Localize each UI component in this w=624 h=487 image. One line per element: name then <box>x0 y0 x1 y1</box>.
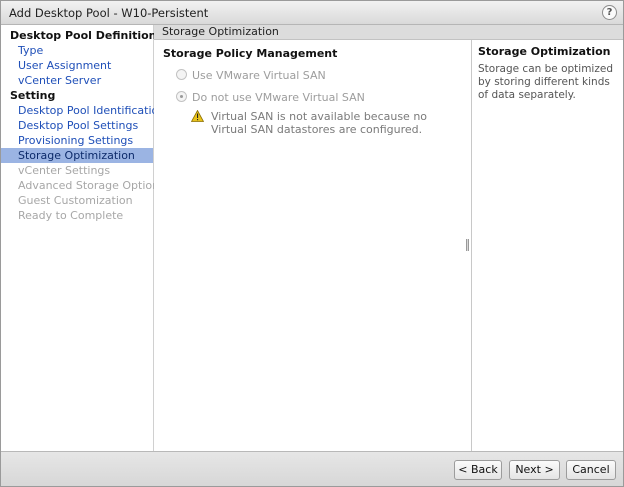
sidebar-item-desktop-pool-identification[interactable]: Desktop Pool Identification <box>1 103 165 118</box>
dialog-title: Add Desktop Pool - W10-Persistent <box>9 6 209 20</box>
back-button[interactable]: < Back <box>454 460 502 480</box>
footer-bar: < Back Next > Cancel <box>1 451 623 486</box>
radio-button[interactable] <box>176 69 187 80</box>
sidebar-item-desktop-pool-settings[interactable]: Desktop Pool Settings <box>1 118 153 133</box>
help-panel: Storage Optimization Storage can be opti… <box>473 40 623 451</box>
warning-icon <box>191 110 204 122</box>
help-title: Storage Optimization <box>478 45 611 58</box>
dialog-window: Add Desktop Pool - W10-Persistent ? Desk… <box>0 0 624 487</box>
help-icon[interactable]: ? <box>602 5 617 20</box>
sidebar-item-storage-optimization[interactable]: Storage Optimization <box>1 148 153 163</box>
next-button[interactable]: Next > <box>509 460 560 480</box>
radio-label: Do not use VMware Virtual SAN <box>192 91 365 104</box>
wizard-steps-sidebar: Desktop Pool Definition Type User Assign… <box>1 25 165 451</box>
resize-grip[interactable] <box>466 239 469 251</box>
sidebar-item-user-assignment[interactable]: User Assignment <box>1 58 153 73</box>
sidebar-item-advanced-storage-options: Advanced Storage Options <box>18 179 165 192</box>
sidebar-item-guest-customization: Guest Customization <box>18 194 133 207</box>
main-panel: Storage Policy Management Use VMware Vir… <box>154 40 472 451</box>
help-body: Storage can be optimized by storing diff… <box>478 63 613 101</box>
section-title: Storage Policy Management <box>163 47 338 60</box>
sidebar-heading-definition: Desktop Pool Definition <box>10 29 157 42</box>
sidebar-item-vcenter-server[interactable]: vCenter Server <box>1 73 153 88</box>
sidebar-heading-setting: Setting <box>10 89 56 102</box>
title-bar: Add Desktop Pool - W10-Persistent ? <box>1 1 623 25</box>
sidebar-item-ready-to-complete: Ready to Complete <box>18 209 124 222</box>
radio-use-virtual-san[interactable]: Use VMware Virtual SAN <box>176 69 326 83</box>
sidebar-item-provisioning-settings[interactable]: Provisioning Settings <box>1 133 153 148</box>
radio-do-not-use-virtual-san[interactable]: Do not use VMware Virtual SAN <box>176 91 365 105</box>
radio-label: Use VMware Virtual SAN <box>192 69 326 82</box>
radio-button[interactable] <box>176 91 187 102</box>
warning-text: Virtual SAN is not available because no … <box>211 110 428 136</box>
sidebar-item-vcenter-settings: vCenter Settings <box>18 164 111 177</box>
cancel-button[interactable]: Cancel <box>566 460 616 480</box>
content-header: Storage Optimization <box>154 25 623 40</box>
sidebar-item-type[interactable]: Type <box>1 43 153 58</box>
